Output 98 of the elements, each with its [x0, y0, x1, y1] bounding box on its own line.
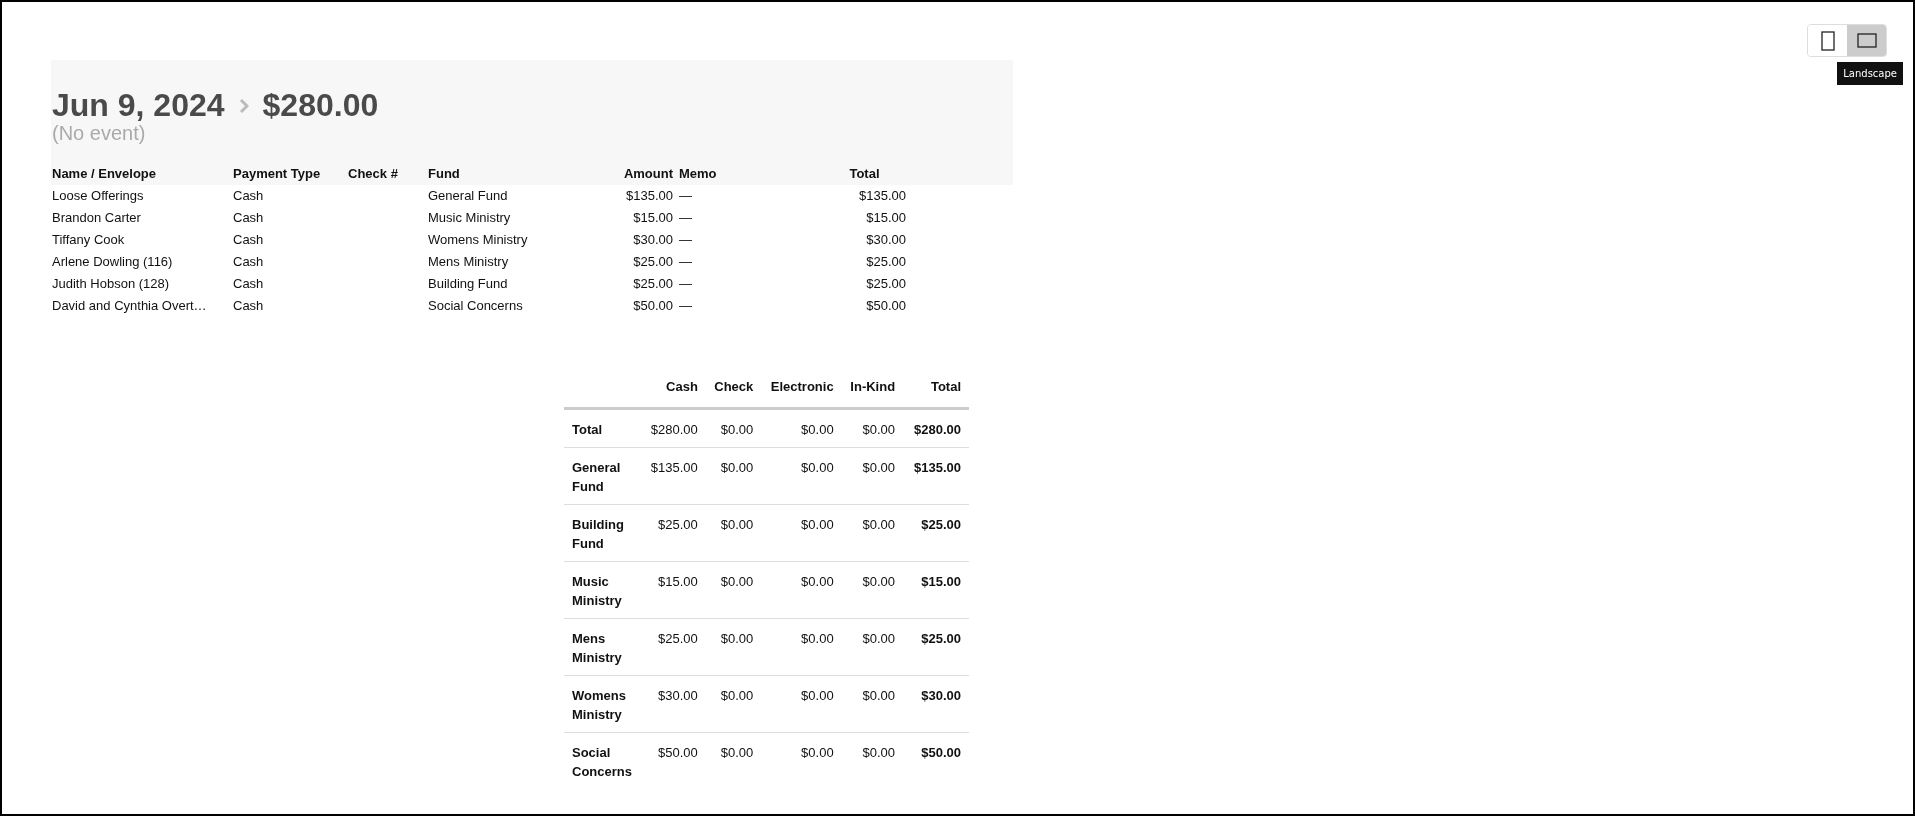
table-cell: $0.00 — [761, 408, 842, 448]
table-cell: $0.00 — [841, 618, 904, 676]
table-cell-text: Music Ministry — [428, 209, 512, 228]
table-cell-text: David and Cynthia Overt… — [52, 297, 208, 316]
table-cell-text: $50.00 — [632, 297, 673, 316]
column-header: Check # — [348, 165, 399, 184]
landscape-button[interactable] — [1847, 25, 1886, 56]
table-cell: $0.00 — [705, 447, 762, 505]
landscape-icon — [1856, 33, 1877, 48]
column-header: Cash — [639, 365, 706, 409]
table-cell: $15.00 — [639, 561, 706, 619]
table-cell-text: Social Concerns — [428, 297, 524, 316]
table-cell-text: — — [678, 275, 693, 294]
table-cell-text: $15.00 — [865, 209, 906, 228]
date-title: Jun 9, 2024 — [52, 88, 225, 124]
row-label: Total — [564, 408, 640, 448]
row-label: Womens Ministry — [564, 675, 640, 733]
table-cell: $0.00 — [705, 561, 762, 619]
table-cell: $0.00 — [841, 561, 904, 619]
table-cell-text: Brandon Carter — [52, 209, 142, 228]
table-cell-text: $25.00 — [632, 275, 673, 294]
table-cell: $25.00 — [903, 504, 969, 562]
table-cell: $0.00 — [705, 618, 762, 676]
table-cell-text: $25.00 — [865, 275, 906, 294]
table-cell-text: $25.00 — [865, 253, 906, 272]
column-header: Fund — [428, 165, 461, 184]
column-header: Check — [705, 365, 762, 409]
table-cell-text: $30.00 — [632, 231, 673, 250]
amount-title: $280.00 — [262, 88, 379, 124]
table-cell-text: — — [678, 297, 693, 316]
tooltip: Landscape — [1837, 62, 1903, 85]
table-cell: $0.00 — [841, 732, 904, 789]
column-header: Memo — [678, 165, 718, 184]
table-cell-text: $50.00 — [865, 297, 906, 316]
column-header: Amount — [622, 165, 673, 184]
table-cell: $50.00 — [903, 732, 969, 789]
column-header: Payment Type — [233, 165, 322, 184]
table-cell: $0.00 — [841, 447, 904, 505]
table-cell: $0.00 — [761, 675, 842, 733]
table-cell-text: Womens Ministry — [428, 231, 529, 250]
column-header: Total — [848, 165, 881, 184]
table-cell-text: — — [678, 253, 693, 272]
table-cell-text: Cash — [233, 231, 265, 250]
table-cell: $0.00 — [841, 408, 904, 448]
table-cell-text: Judith Hobson (128) — [52, 275, 171, 294]
table-cell: $0.00 — [761, 618, 842, 676]
table-cell: $280.00 — [639, 408, 706, 448]
table-cell-text: Mens Ministry — [428, 253, 510, 272]
row-label: Building Fund — [564, 504, 640, 562]
table-cell-text: $135.00 — [858, 187, 906, 206]
row-label: Social Concerns — [564, 732, 640, 789]
table-cell: $30.00 — [639, 675, 706, 733]
table-cell: $0.00 — [761, 447, 842, 505]
table-cell-text: General Fund — [428, 187, 509, 206]
portrait-icon — [1820, 30, 1835, 51]
chevron-right-icon — [238, 97, 249, 114]
table-cell: $0.00 — [705, 675, 762, 733]
column-header: Total — [903, 365, 969, 409]
row-label: General Fund — [564, 447, 640, 505]
table-cell-text: $15.00 — [632, 209, 673, 228]
column-header: Electronic — [761, 365, 842, 409]
table-cell: $0.00 — [761, 732, 842, 789]
table-cell: $30.00 — [903, 675, 969, 733]
table-cell: $0.00 — [841, 504, 904, 562]
table-cell: $15.00 — [903, 561, 969, 619]
table-cell-text: Cash — [233, 297, 265, 316]
table-cell: $0.00 — [761, 561, 842, 619]
table-cell-text: $30.00 — [865, 231, 906, 250]
table-cell-text: Cash — [233, 275, 265, 294]
row-label: Music Ministry — [564, 561, 640, 619]
table-cell: $280.00 — [903, 408, 969, 448]
table-cell: $135.00 — [903, 447, 969, 505]
table-cell: $0.00 — [841, 675, 904, 733]
table-cell-text: Cash — [233, 187, 265, 206]
table-cell: $0.00 — [705, 504, 762, 562]
table-cell-text: — — [678, 231, 693, 250]
table-cell-text: $25.00 — [632, 253, 673, 272]
column-header: Name / Envelope — [52, 165, 158, 184]
table-cell: $0.00 — [761, 504, 842, 562]
table-cell-text: Cash — [233, 209, 265, 228]
event-label: (No event) — [52, 123, 147, 144]
table-cell-text: Building Fund — [428, 275, 509, 294]
table-cell: $50.00 — [639, 732, 706, 789]
table-cell-text: Loose Offerings — [52, 187, 145, 206]
table-cell-text: — — [678, 187, 693, 206]
table-cell: $135.00 — [639, 447, 706, 505]
table-cell: $0.00 — [705, 408, 762, 448]
table-cell: $25.00 — [903, 618, 969, 676]
table-cell: $25.00 — [639, 618, 706, 676]
table-cell-text: Tiffany Cook — [52, 231, 126, 250]
column-header: In-Kind — [841, 365, 904, 409]
table-cell-text: Cash — [233, 253, 265, 272]
table-cell-text: — — [678, 209, 693, 228]
table-cell-text: $135.00 — [625, 187, 673, 206]
table-cell: $25.00 — [639, 504, 706, 562]
table-cell-text: Arlene Dowling (116) — [52, 253, 174, 272]
table-cell: $0.00 — [705, 732, 762, 789]
row-label: Mens Ministry — [564, 618, 640, 676]
